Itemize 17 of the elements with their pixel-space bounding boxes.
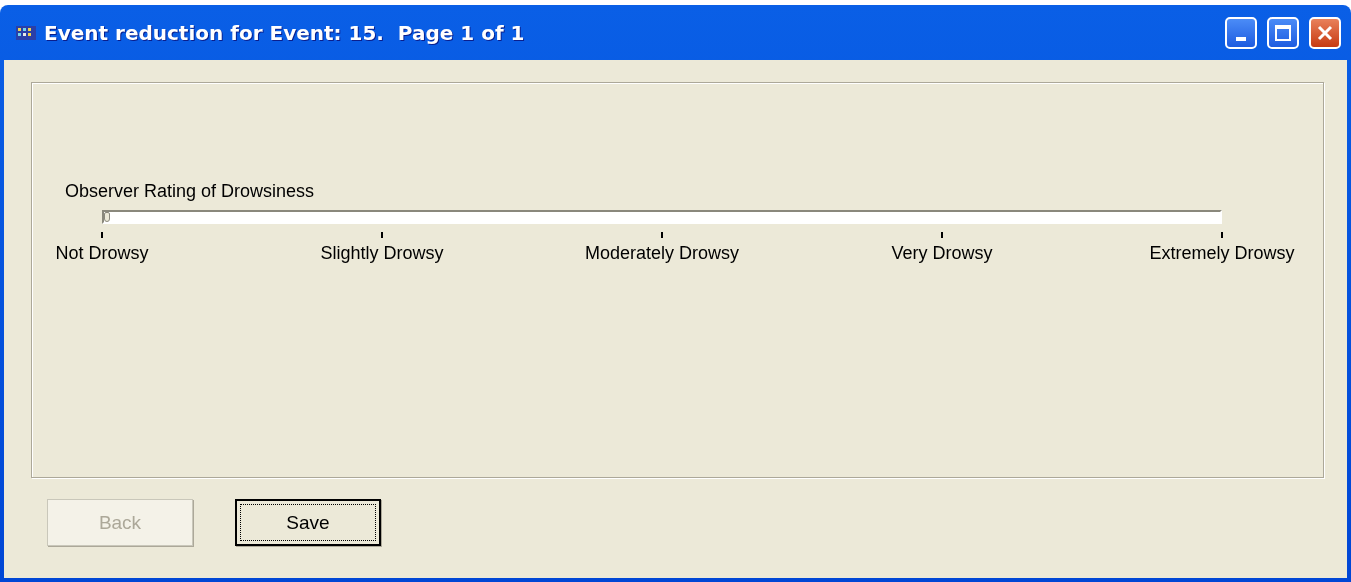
app-icon xyxy=(16,23,36,42)
slider-track[interactable] xyxy=(102,210,1222,224)
maximize-icon xyxy=(1274,23,1292,42)
tick-label: Extremely Drowsy xyxy=(1149,243,1295,264)
tick-label: Very Drowsy xyxy=(891,243,993,264)
maximize-button[interactable] xyxy=(1267,16,1299,49)
minimize-button[interactable] xyxy=(1225,16,1257,49)
tick-label: Slightly Drowsy xyxy=(320,243,444,264)
slider-label: Observer Rating of Drowsiness xyxy=(65,181,315,202)
close-button[interactable] xyxy=(1309,16,1341,49)
save-button[interactable]: Save xyxy=(235,499,381,546)
window-title: Event reduction for Event: 15. Page 1 of 1 xyxy=(44,20,526,45)
minimize-icon xyxy=(1236,36,1246,41)
tick-label: Moderately Drowsy xyxy=(585,243,739,264)
tick-label: Not Drowsy xyxy=(55,243,149,264)
slider-thumb[interactable] xyxy=(104,212,110,222)
close-icon xyxy=(1316,23,1334,42)
